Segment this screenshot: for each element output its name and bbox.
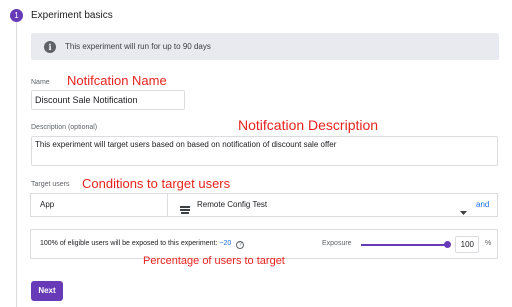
target-config-select[interactable]: Remote Config Test xyxy=(167,193,477,217)
description-textarea[interactable]: This experiment will target users based … xyxy=(31,136,498,166)
target-config-value: Remote Config Test xyxy=(197,200,268,209)
target-users-label: Target users xyxy=(31,181,70,188)
exposure-approx: ~20 xyxy=(219,240,232,247)
caret-down-icon xyxy=(460,203,467,221)
exposure-summary: 100% of eligible users will be exposed t… xyxy=(40,240,245,249)
info-icon: i xyxy=(44,40,56,53)
annotation-name: Notifcation Name xyxy=(67,73,167,88)
exposure-summary-text: 100% of eligible users will be exposed t… xyxy=(40,240,218,247)
description-label: Description (optional) xyxy=(31,124,98,131)
target-condition-row: App Remote Config Test and xyxy=(30,193,498,217)
and-condition-cell: and xyxy=(476,193,498,217)
target-app-label: App xyxy=(40,200,55,209)
annotation-conditions: Conditions to target users xyxy=(82,176,231,191)
and-condition-button[interactable]: and xyxy=(476,200,489,209)
remote-config-icon xyxy=(180,201,190,219)
exposure-percent-value: 100 xyxy=(460,240,474,249)
step-title: Experiment basics xyxy=(31,10,113,21)
step-number-badge: 1 xyxy=(10,9,23,22)
name-input-value: Discount Sale Notification xyxy=(35,95,138,105)
next-button[interactable]: Next xyxy=(31,281,63,301)
name-label: Name xyxy=(31,79,50,86)
target-app-cell[interactable]: App xyxy=(30,193,168,217)
exposure-slider-track[interactable] xyxy=(361,244,447,246)
annotation-description: Notifcation Description xyxy=(238,117,379,133)
description-textarea-value: This experiment will target users based … xyxy=(35,140,337,149)
exposure-label: Exposure xyxy=(322,240,352,247)
help-icon[interactable]: ? xyxy=(236,241,245,249)
annotation-percentage: Percentage of users to target xyxy=(143,255,285,267)
info-banner-text: This experiment will run for up to 90 da… xyxy=(65,42,211,51)
percent-sign: % xyxy=(485,240,492,247)
exposure-slider-thumb[interactable] xyxy=(444,241,451,248)
exposure-percent-input[interactable]: 100 xyxy=(455,236,479,253)
info-banner: i This experiment will run for up to 90 … xyxy=(31,33,499,60)
name-input[interactable]: Discount Sale Notification xyxy=(31,90,185,110)
step-rail xyxy=(16,22,17,307)
